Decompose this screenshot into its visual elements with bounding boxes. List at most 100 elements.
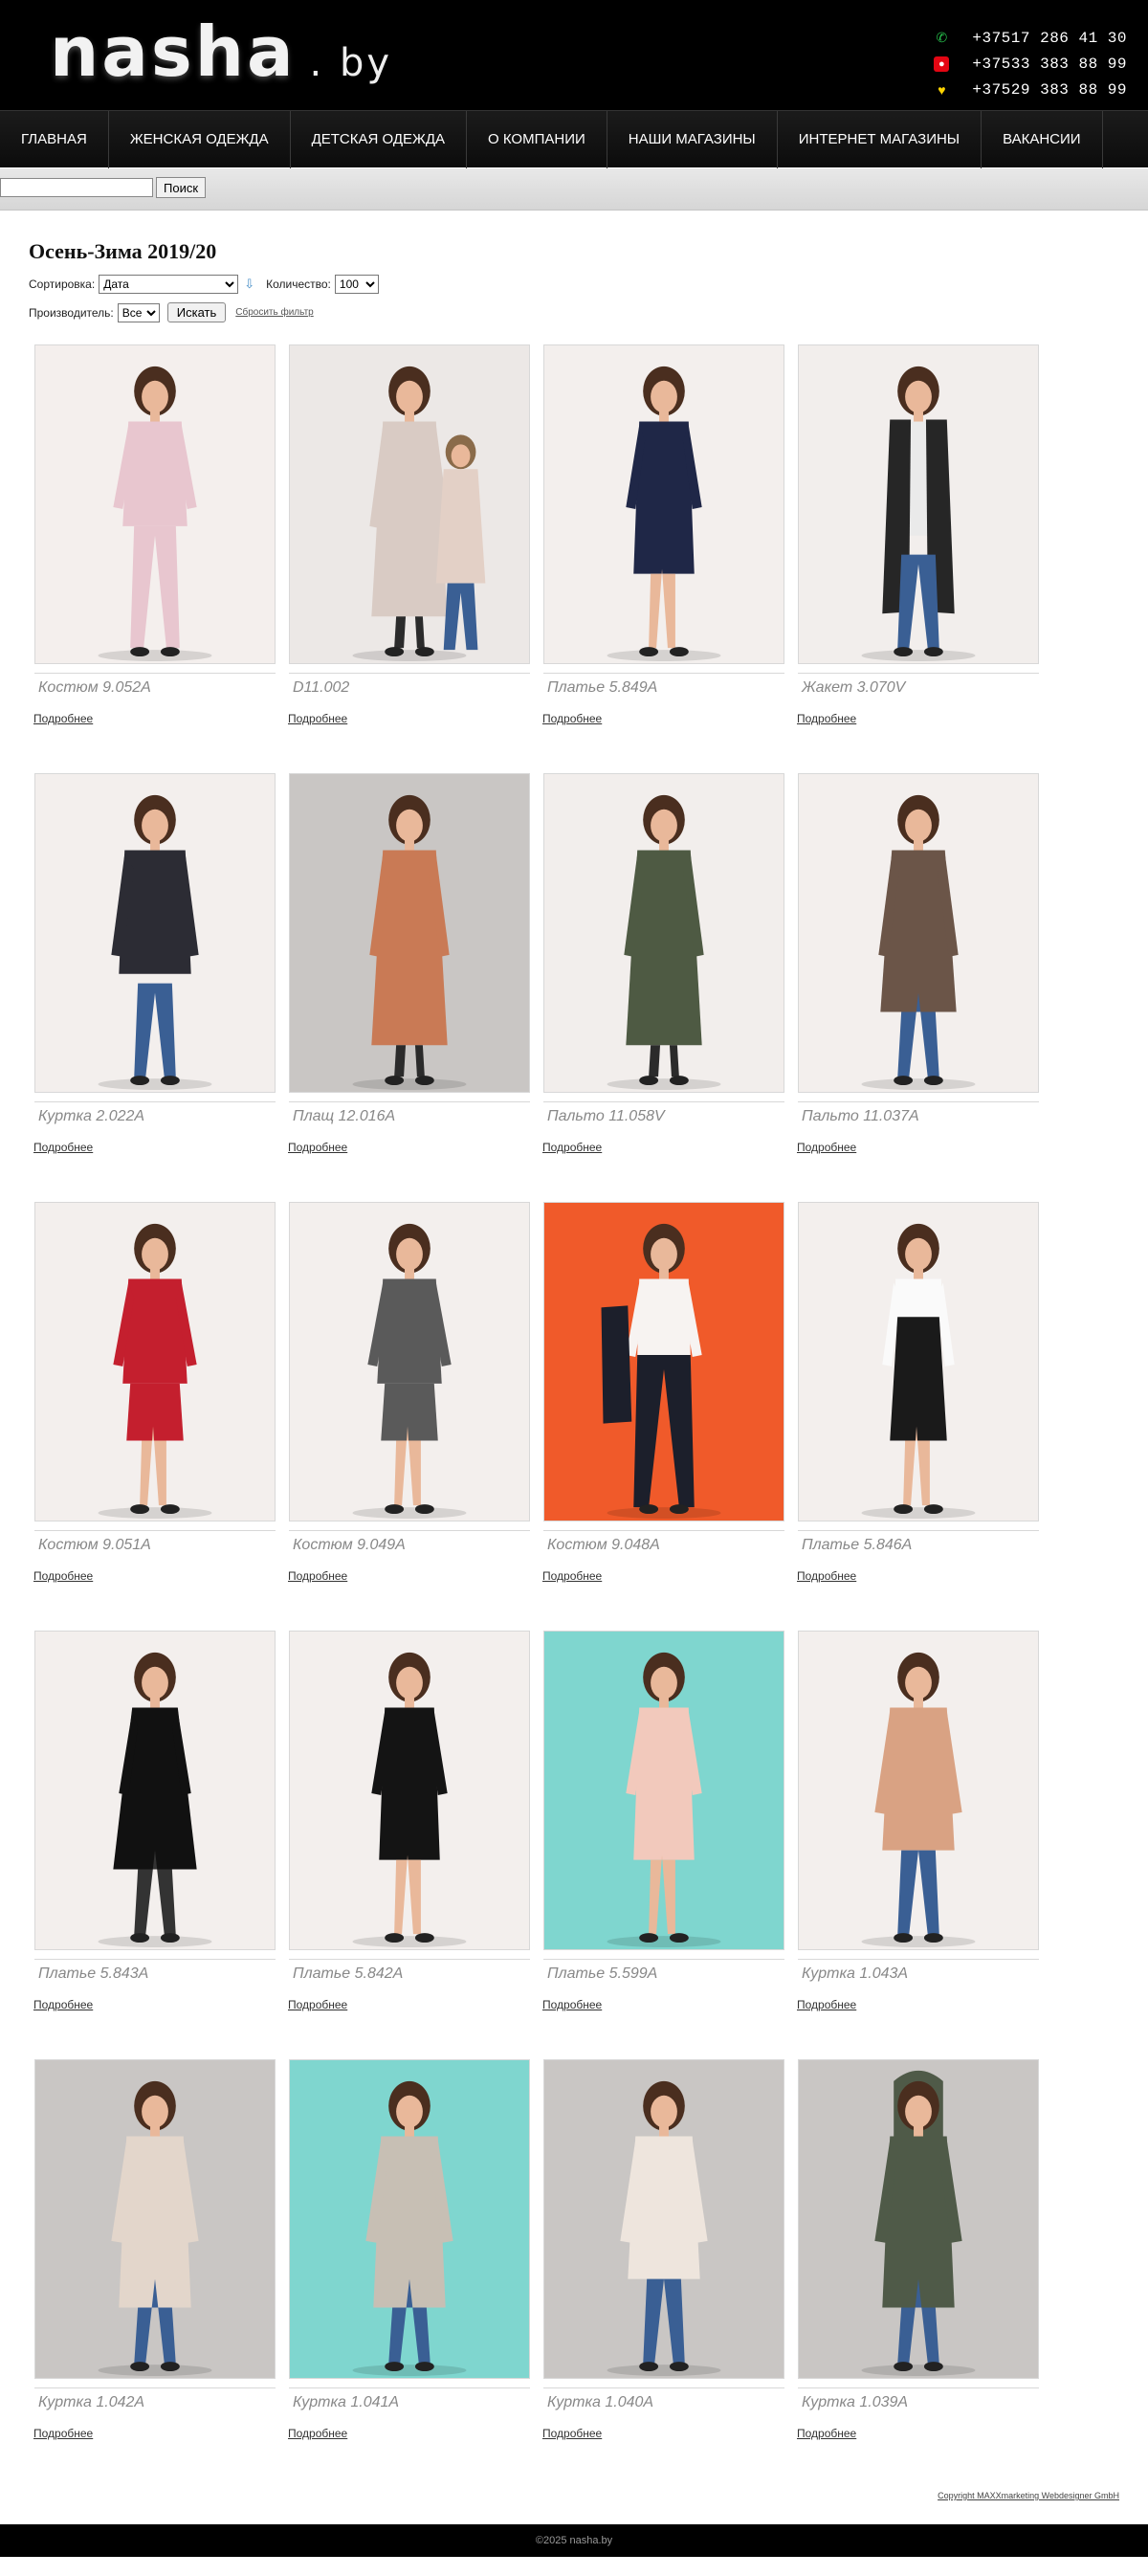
developer-credit-link[interactable]: Copyright MAXXmarketing Webdesigner GmbH <box>938 2491 1119 2500</box>
find-button[interactable]: Искать <box>166 302 227 322</box>
product-photo[interactable] <box>34 773 276 1093</box>
model-photo <box>607 1652 721 1948</box>
product-photo[interactable] <box>34 1631 276 1950</box>
nav-item-home[interactable]: ГЛАВНАЯ <box>0 111 109 168</box>
card-divider <box>34 1959 276 1960</box>
product-title[interactable]: Костюм 9.048A <box>547 1537 660 1554</box>
nav-item-kids-clothing[interactable]: ДЕТСКАЯ ОДЕЖДА <box>291 111 468 168</box>
product-title[interactable]: Куртка 1.040A <box>547 2394 653 2411</box>
phone-number[interactable]: +37529 383 88 99 <box>972 81 1127 99</box>
product-photo[interactable] <box>543 773 784 1093</box>
product-title[interactable]: Куртка 1.041A <box>293 2394 399 2411</box>
model-photo <box>601 1223 721 1520</box>
product-title[interactable]: Пальто 11.037A <box>802 1108 919 1125</box>
nav-item-about[interactable]: О КОМПАНИИ <box>467 111 607 168</box>
product-title[interactable]: Костюм 9.052A <box>38 679 151 697</box>
product-title[interactable]: Платье 5.843A <box>38 1965 148 1983</box>
product-photo[interactable] <box>289 1631 530 1950</box>
product-photo[interactable] <box>289 2059 530 2379</box>
product-details-link[interactable]: Подробнее <box>33 2427 93 2440</box>
site-footer: ©2025 nasha.by <box>0 2524 1148 2557</box>
product-photo[interactable] <box>798 2059 1039 2379</box>
card-divider <box>34 673 276 674</box>
product-photo[interactable] <box>798 344 1039 664</box>
product-title[interactable]: D11.002 <box>293 679 349 697</box>
product-details-link[interactable]: Подробнее <box>542 1569 602 1583</box>
product-details-link[interactable]: Подробнее <box>33 712 93 725</box>
product-details-link[interactable]: Подробнее <box>33 1569 93 1583</box>
nav-item-online-stores[interactable]: ИНТЕРНЕТ МАГАЗИНЫ <box>778 111 982 168</box>
maker-select[interactable]: Все <box>117 302 160 322</box>
product-details-link[interactable]: Подробнее <box>33 1141 93 1154</box>
product-title[interactable]: Плащ 12.016A <box>293 1108 395 1125</box>
nav-list: ГЛАВНАЯ ЖЕНСКАЯ ОДЕЖДА ДЕТСКАЯ ОДЕЖДА О … <box>0 111 1148 168</box>
product-title[interactable]: Платье 5.846A <box>802 1537 912 1554</box>
product-details-link[interactable]: Подробнее <box>797 1141 856 1154</box>
main-navigation: ГЛАВНАЯ ЖЕНСКАЯ ОДЕЖДА ДЕТСКАЯ ОДЕЖДА О … <box>0 110 1148 168</box>
copyright-text: ©2025 nasha.by <box>535 2535 613 2546</box>
product-details-link[interactable]: Подробнее <box>797 1569 856 1583</box>
product-title[interactable]: Платье 5.849A <box>547 679 657 697</box>
card-divider <box>34 2387 276 2388</box>
search-button[interactable]: Поиск <box>156 177 207 198</box>
product-photo[interactable] <box>798 1631 1039 1950</box>
phone-number[interactable]: +37533 383 88 99 <box>972 56 1127 73</box>
product-title[interactable]: Костюм 9.049A <box>293 1537 406 1554</box>
product-title[interactable]: Куртка 1.043A <box>802 1965 908 1983</box>
landline-phone-icon: ✆ <box>936 30 948 45</box>
product-details-link[interactable]: Подробнее <box>288 712 347 725</box>
product-details-link[interactable]: Подробнее <box>288 1569 347 1583</box>
product-details-link[interactable]: Подробнее <box>542 1998 602 2011</box>
product-title[interactable]: Куртка 1.039A <box>802 2394 908 2411</box>
search-input[interactable] <box>0 178 153 197</box>
card-divider <box>289 1101 530 1102</box>
card-divider <box>34 1101 276 1102</box>
nav-item-stores[interactable]: НАШИ МАГАЗИНЫ <box>607 111 778 168</box>
product-title[interactable]: Жакет 3.070V <box>802 679 905 697</box>
product-photo[interactable] <box>543 344 784 664</box>
count-select[interactable]: 100 <box>334 275 379 294</box>
site-logo[interactable]: nasha . by <box>50 11 393 92</box>
product-details-link[interactable]: Подробнее <box>288 1998 347 2011</box>
product-photo[interactable] <box>543 1202 784 1521</box>
product-details-link[interactable]: Подробнее <box>33 1998 93 2011</box>
reset-filter-link[interactable]: Сбросить фильтр <box>235 307 313 318</box>
product-details-link[interactable]: Подробнее <box>288 2427 347 2440</box>
logo-suffix-text: . by <box>309 41 393 85</box>
product-photo[interactable] <box>798 773 1039 1093</box>
model-photo <box>98 1652 212 1948</box>
sort-direction-icon[interactable]: ⇩ <box>244 277 254 292</box>
product-details-link[interactable]: Подробнее <box>542 2427 602 2440</box>
nav-item-women-clothing[interactable]: ЖЕНСКАЯ ОДЕЖДА <box>109 111 291 168</box>
product-title[interactable]: Платье 5.599A <box>547 1965 657 1983</box>
product-photo[interactable] <box>543 2059 784 2379</box>
product-title[interactable]: Платье 5.842A <box>293 1965 403 1983</box>
model-photo <box>861 794 976 1091</box>
product-photo[interactable] <box>289 344 530 664</box>
product-details-link[interactable]: Подробнее <box>542 712 602 725</box>
product-details-link[interactable]: Подробнее <box>797 1998 856 2011</box>
product-photo[interactable] <box>34 2059 276 2379</box>
sort-select[interactable]: Дата <box>99 275 239 294</box>
product-photo[interactable] <box>798 1202 1039 1521</box>
phone-number[interactable]: +37517 286 41 30 <box>972 30 1127 47</box>
nav-item-vacancies[interactable]: ВАКАНСИИ <box>982 111 1103 168</box>
product-title[interactable]: Куртка 1.042A <box>38 2394 144 2411</box>
product-title[interactable]: Костюм 9.051A <box>38 1537 151 1554</box>
product-photo[interactable] <box>289 1202 530 1521</box>
product-details-link[interactable]: Подробнее <box>797 2427 856 2440</box>
card-divider <box>543 2387 784 2388</box>
product-photo[interactable] <box>289 773 530 1093</box>
product-details-link[interactable]: Подробнее <box>542 1141 602 1154</box>
product-title[interactable]: Куртка 2.022A <box>38 1108 144 1125</box>
product-photo[interactable] <box>34 1202 276 1521</box>
site-header: nasha . by ✆ +37517 286 41 30 ● +37533 38… <box>0 0 1148 110</box>
product-photo[interactable] <box>34 344 276 664</box>
model-photo <box>98 2080 212 2377</box>
product-details-link[interactable]: Подробнее <box>288 1141 347 1154</box>
card-divider <box>798 1959 1039 1960</box>
card-divider <box>798 1101 1039 1102</box>
product-title[interactable]: Пальто 11.058V <box>547 1108 665 1125</box>
product-details-link[interactable]: Подробнее <box>797 712 856 725</box>
product-photo[interactable] <box>543 1631 784 1950</box>
